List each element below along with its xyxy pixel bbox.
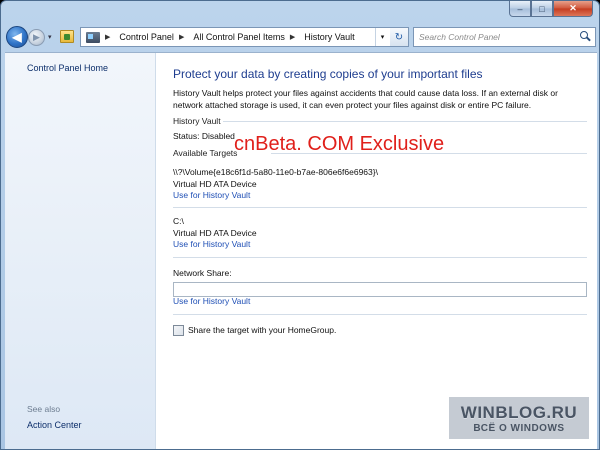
winblog-watermark: WINBLOG.RU ВСЁ О WINDOWS (449, 397, 589, 439)
address-dropdown[interactable]: ▾ (375, 28, 389, 46)
breadcrumb-history-vault[interactable]: History Vault (304, 32, 354, 42)
target-device: Virtual HD ATA Device (173, 228, 257, 238)
target-path: C:\ (173, 216, 184, 226)
history-vault-heading: History Vault (173, 116, 221, 126)
target-path: \\?\Volume{e18c6f1d-5a80-11e0-b7ae-806e6… (173, 167, 378, 177)
available-targets-heading: Available Targets (173, 148, 238, 158)
address-bar[interactable]: ▶ Control Panel ▶ All Control Panel Item… (80, 27, 409, 47)
search-icon[interactable] (578, 30, 593, 44)
cnbeta-watermark: cnBeta. COM Exclusive (234, 133, 445, 155)
use-for-history-vault-link[interactable]: Use for History Vault (173, 239, 250, 249)
network-share-field[interactable] (173, 282, 587, 297)
breadcrumb-control-panel[interactable]: Control Panel (119, 32, 174, 42)
target-divider (173, 314, 587, 315)
page-description: History Vault helps protect your files a… (173, 88, 558, 110)
use-for-history-vault-link[interactable]: Use for History Vault (173, 190, 250, 200)
content-area: Control Panel Home See also Action Cente… (5, 52, 597, 449)
homegroup-checkbox-label[interactable]: Share the target with your HomeGroup. (188, 325, 336, 335)
action-center-link[interactable]: Action Center (27, 420, 82, 430)
network-share-label: Network Share: (173, 268, 232, 278)
breadcrumb-separator[interactable]: ▶ (179, 33, 184, 41)
network-share-use-link[interactable]: Use for History Vault (173, 296, 250, 306)
back-button[interactable]: ◀ (6, 26, 28, 48)
forward-button[interactable]: ▶ (28, 29, 45, 46)
homegroup-checkbox[interactable] (173, 325, 184, 336)
page-title: Protect your data by creating copies of … (173, 67, 483, 81)
folder-up-icon[interactable] (60, 30, 74, 43)
breadcrumb-separator[interactable]: ▶ (290, 33, 295, 41)
see-also-heading: See also (27, 404, 61, 414)
breadcrumb-all-items[interactable]: All Control Panel Items (193, 32, 285, 42)
search-input[interactable]: Search Control Panel (413, 27, 596, 47)
section-divider (223, 121, 587, 122)
main-panel: Protect your data by creating copies of … (173, 53, 589, 449)
control-panel-home-link[interactable]: Control Panel Home (27, 63, 108, 73)
search-placeholder: Search Control Panel (419, 32, 500, 42)
maximize-button[interactable]: □ (531, 1, 553, 17)
winblog-subtitle: ВСЁ О WINDOWS (473, 422, 565, 434)
close-button[interactable]: ✕ (553, 1, 593, 17)
target-divider (173, 207, 587, 208)
status-text: Status: Disabled (173, 131, 235, 141)
winblog-title: WINBLOG.RU (460, 402, 578, 422)
caption-buttons: – □ ✕ (509, 1, 593, 17)
explorer-window: – □ ✕ ◀ ▶ ▾ ▶ Control Panel ▶ All Contro… (0, 0, 600, 450)
sidebar: Control Panel Home See also Action Cente… (5, 53, 156, 449)
breadcrumb-separator[interactable]: ▶ (105, 33, 110, 41)
minimize-button[interactable]: – (509, 1, 531, 17)
target-divider (173, 257, 587, 258)
control-panel-icon (86, 31, 100, 43)
navigation-bar: ◀ ▶ ▾ ▶ Control Panel ▶ All Control Pane… (1, 24, 599, 50)
target-device: Virtual HD ATA Device (173, 179, 257, 189)
refresh-button[interactable]: ↻ (390, 27, 409, 47)
recent-pages-dropdown[interactable]: ▾ (48, 33, 52, 41)
